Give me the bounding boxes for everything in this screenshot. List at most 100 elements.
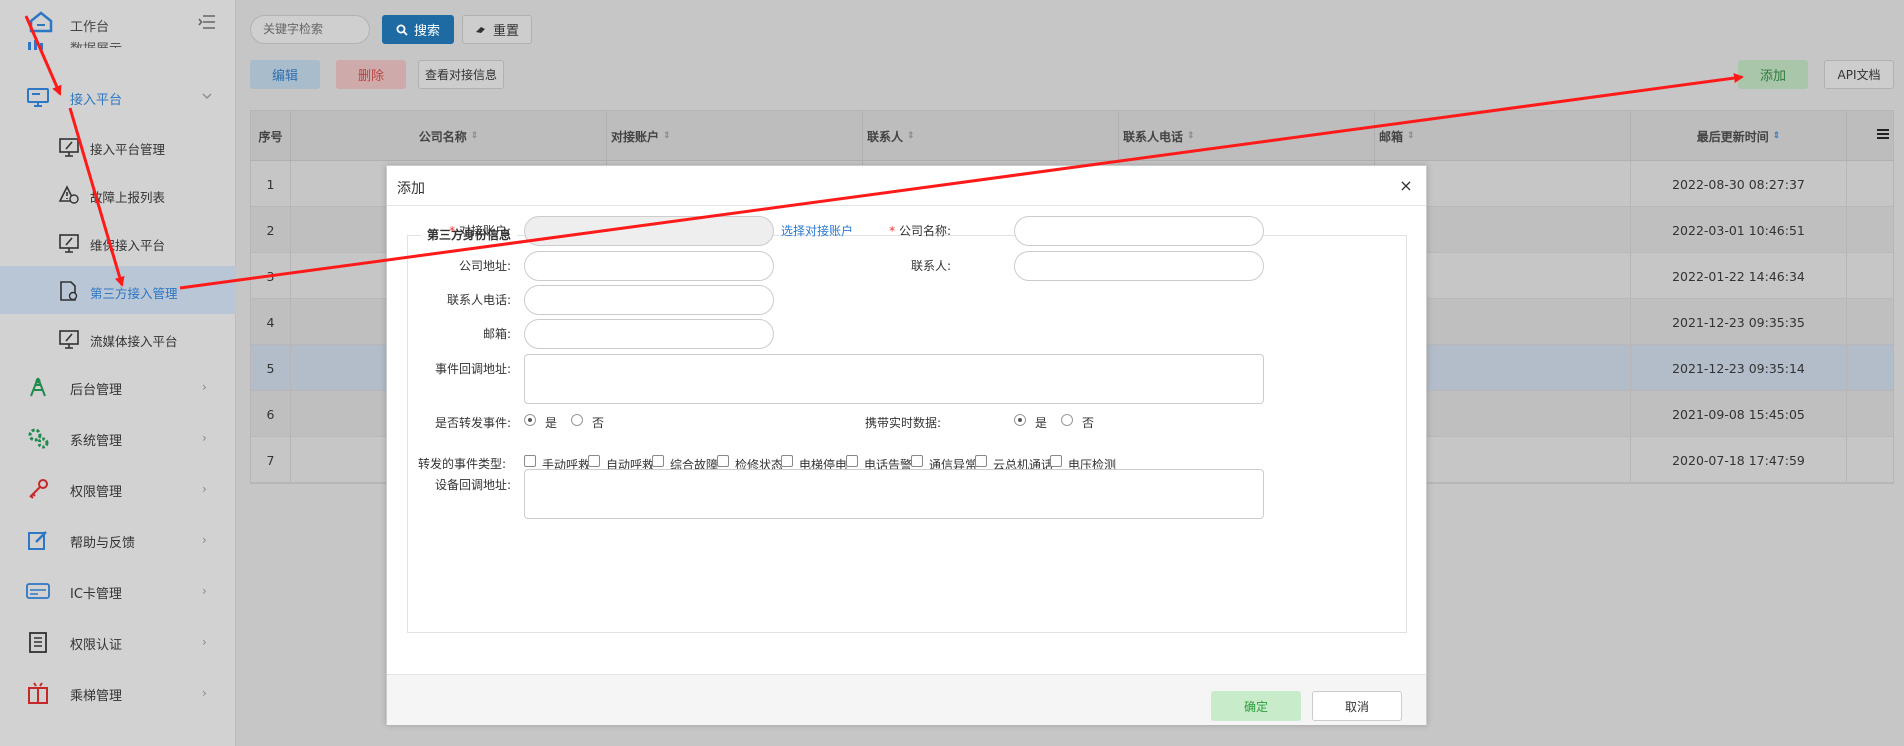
- chevron-right-icon: ›: [202, 635, 207, 649]
- confirm-button[interactable]: 确定: [1211, 691, 1301, 721]
- view-connection-info-button[interactable]: 查看对接信息: [418, 60, 504, 89]
- col-header-email[interactable]: 邮箱 ⇕: [1375, 111, 1631, 161]
- forward-no-radio[interactable]: [571, 414, 583, 426]
- keyword-search-input[interactable]: 关键字检索: [250, 15, 370, 44]
- cell-updated: 2022-01-22 14:46:34: [1631, 253, 1847, 299]
- realtime-yes-radio[interactable]: [1014, 414, 1026, 426]
- table-header: 序号 公司名称 ⇕ 对接账户 ⇕ 联系人 ⇕ 联系人电话 ⇕ 邮箱 ⇕ 最后更新时间 ⇕: [251, 111, 1893, 161]
- sidebar-item-label: 权限管理: [70, 485, 123, 500]
- device-url-label: 设备回调地址:: [434, 478, 511, 492]
- chevron-right-icon: ›: [202, 380, 207, 394]
- contact-input[interactable]: [1014, 251, 1264, 281]
- cancel-button[interactable]: 取消: [1312, 691, 1402, 721]
- cell-index: 4: [251, 299, 291, 345]
- sidebar-item-elevator[interactable]: 乘梯管理 ›: [0, 668, 236, 718]
- company-input[interactable]: [1014, 216, 1264, 246]
- sidebar-item-ic-card[interactable]: IC卡管理 ›: [0, 566, 236, 616]
- tower-icon: [30, 377, 46, 397]
- address-input[interactable]: [524, 251, 774, 281]
- api-docs-button[interactable]: API文档: [1824, 60, 1894, 89]
- company-label: * 公司名称:: [889, 224, 951, 238]
- col-header-account[interactable]: 对接账户 ⇕: [607, 111, 863, 161]
- chevron-right-icon: ›: [202, 482, 207, 496]
- cell-index: 3: [251, 253, 291, 299]
- event-type-checkbox[interactable]: [1050, 455, 1062, 467]
- sidebar-subitem-streaming-platform[interactable]: 流媒体接入平台: [0, 314, 236, 362]
- sidebar-subitem-third-party-management[interactable]: 第三方接入管理: [0, 266, 236, 314]
- col-header-phone[interactable]: 联系人电话 ⇕: [1119, 111, 1375, 161]
- sidebar-item-backend[interactable]: 后台管理 ›: [0, 362, 236, 412]
- cell-updated: 2020-07-18 17:47:59: [1631, 437, 1847, 483]
- workbench-title[interactable]: 工作台: [70, 16, 109, 35]
- column-menu-icon[interactable]: [1877, 128, 1889, 140]
- col-header-company[interactable]: 公司名称 ⇕: [291, 111, 607, 161]
- event-type-checkbox[interactable]: [717, 455, 729, 467]
- list-icon: [29, 632, 47, 653]
- subitem-label: 维保接入平台: [90, 238, 166, 253]
- collapse-menu-icon[interactable]: [198, 15, 216, 29]
- forward-yes-radio[interactable]: [524, 414, 536, 426]
- realtime-data-label: 携带实时数据:: [864, 416, 941, 430]
- dialog-header: 添加 ×: [387, 166, 1426, 206]
- sidebar-item-label: 帮助与反馈: [70, 536, 136, 551]
- elevator-icon: [28, 682, 48, 704]
- cell-index: 7: [251, 437, 291, 483]
- cell-index: 6: [251, 391, 291, 437]
- event-type-checkbox[interactable]: [975, 455, 987, 467]
- reset-button[interactable]: 重置: [462, 15, 532, 44]
- event-type-checkbox[interactable]: [524, 455, 536, 467]
- sidebar-item-auth[interactable]: 权限认证 ›: [0, 617, 236, 667]
- edit-icon: [28, 531, 47, 550]
- event-url-label: 事件回调地址:: [434, 362, 511, 376]
- search-button[interactable]: 搜索: [382, 15, 454, 44]
- phone-input[interactable]: [524, 285, 774, 315]
- cell-index: 2: [251, 207, 291, 253]
- reset-button-label: 重置: [492, 24, 519, 39]
- card-icon: [26, 583, 50, 599]
- event-type-checkbox[interactable]: [588, 455, 600, 467]
- add-button[interactable]: 添加: [1738, 60, 1808, 89]
- sidebar-item-label: 后台管理: [70, 383, 123, 398]
- cell-index: 1: [251, 161, 291, 207]
- event-type-checkbox[interactable]: [652, 455, 664, 467]
- realtime-no-radio[interactable]: [1061, 414, 1073, 426]
- realtime-yes-label: 是: [1035, 416, 1048, 430]
- chevron-right-icon: ›: [202, 686, 207, 700]
- chevron-right-icon: ›: [202, 533, 207, 547]
- sidebar-subitem-maintenance-platform[interactable]: 维保接入平台: [0, 218, 236, 266]
- sort-icon: ⇕: [1772, 131, 1781, 141]
- sidebar-item-label: 系统管理: [70, 434, 123, 449]
- event-type-checkbox[interactable]: [781, 455, 793, 467]
- monitor-edit-icon: [59, 234, 79, 253]
- sidebar-item-help-feedback[interactable]: 帮助与反馈 ›: [0, 515, 236, 565]
- search-button-label: 搜索: [413, 24, 440, 39]
- subitem-label: 接入平台管理: [90, 142, 166, 157]
- sidebar-item-system[interactable]: 系统管理 ›: [0, 413, 236, 463]
- sidebar-item-permissions[interactable]: 权限管理 ›: [0, 464, 236, 514]
- account-input[interactable]: [524, 216, 774, 246]
- forward-no-label: 否: [592, 416, 605, 430]
- email-input[interactable]: [524, 319, 774, 349]
- email-label: 邮箱:: [482, 327, 511, 341]
- sidebar-item-access-platform[interactable]: 接入平台: [0, 72, 236, 122]
- sidebar-subitem-platform-management[interactable]: 接入平台管理: [0, 122, 236, 170]
- cell-updated: 2022-08-30 08:27:37: [1631, 161, 1847, 207]
- device-url-textarea[interactable]: [524, 469, 1264, 519]
- edit-button[interactable]: 编辑: [250, 60, 320, 89]
- close-icon[interactable]: ×: [1398, 176, 1414, 195]
- sidebar-item-data-display[interactable]: 数据展示: [70, 38, 122, 48]
- phone-label: 联系人电话:: [446, 293, 511, 307]
- event-types-label: 转发的事件类型:: [418, 457, 507, 471]
- sidebar-subitem-fault-reports[interactable]: 故障上报列表: [0, 170, 236, 218]
- event-url-textarea[interactable]: [524, 354, 1264, 404]
- cell-updated: 2022-03-01 10:46:51: [1631, 207, 1847, 253]
- home-icon[interactable]: [28, 10, 54, 34]
- delete-button[interactable]: 删除: [336, 60, 406, 89]
- col-header-updated[interactable]: 最后更新时间 ⇕: [1631, 111, 1847, 161]
- sidebar-item-label: 权限认证: [70, 638, 123, 653]
- col-header-contact[interactable]: 联系人 ⇕: [863, 111, 1119, 161]
- forward-event-label: 是否转发事件:: [434, 416, 511, 430]
- event-type-checkbox[interactable]: [911, 455, 923, 467]
- realtime-no-label: 否: [1082, 416, 1095, 430]
- event-type-checkbox[interactable]: [846, 455, 858, 467]
